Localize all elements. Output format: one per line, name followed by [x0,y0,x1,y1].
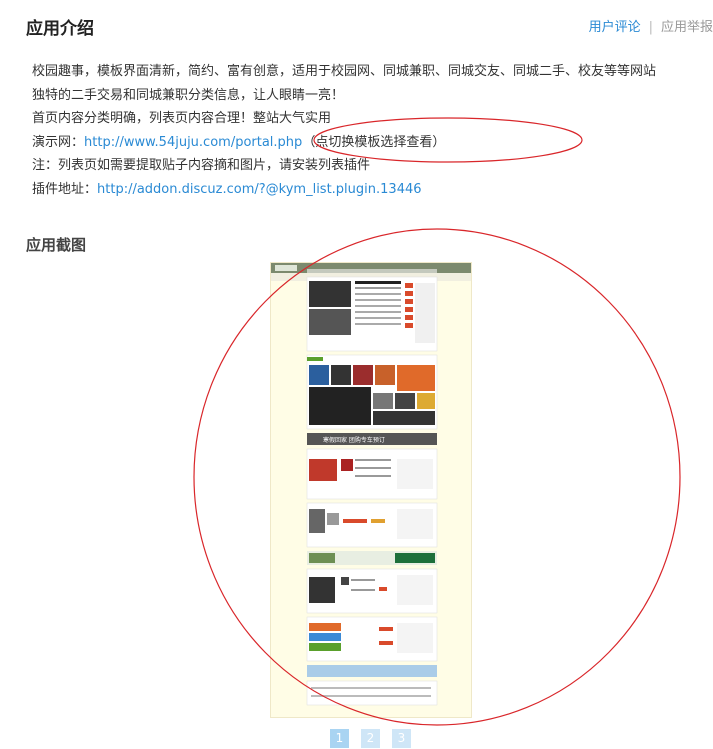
plugin-link[interactable]: http://addon.discuz.com/?@kym_list.plugi… [97,182,422,197]
app-intro-header: 应用介绍 用户评论 | 应用举报 [0,0,713,52]
tab-app-report[interactable]: 应用举报 [661,20,713,35]
page-button-1[interactable]: 1 [330,729,349,748]
note-line: 注：列表页如需要提取贴子内容摘和图片，请安装列表插件 [32,158,371,173]
page-button-3[interactable]: 3 [392,729,411,748]
section-title-intro: 应用介绍 [26,19,94,39]
tab-separator: | [648,20,653,35]
intro-text: 校园趣事，模板界面清新，简约、富有创意，适用于校园网、同城兼职、同城交友、同城二… [32,60,702,201]
plugin-line: 插件地址：http://addon.discuz.com/?@kym_list.… [32,178,702,202]
screenshot-pager: 123 [330,727,423,748]
demo-link[interactable]: http://www.54juju.com/portal.php [84,135,302,150]
screenshot-banner-text: 寒假回家 团购专车预订 [323,436,385,444]
screenshot-thumbnail: 寒假回家 团购专车预订 [271,263,471,717]
section-title-screenshots: 应用截图 [26,236,87,254]
intro-line-2: 独特的二手交易和同城兼职分类信息，让人眼睛一亮！ [32,87,345,103]
intro-line-1: 校园趣事，模板界面清新，简约、富有创意，适用于校园网、同城兼职、同城交友、同城二… [32,64,657,79]
demo-line: 演示网：http://www.54juju.com/portal.php（点切换… [32,131,702,155]
tab-user-reviews[interactable]: 用户评论 [589,20,641,35]
plugin-prefix: 插件地址： [32,181,98,197]
header-tabs: 用户评论 | 应用举报 [589,16,713,35]
demo-prefix: 演示网： [32,134,85,150]
demo-note: （点切换模板选择查看） [302,134,446,150]
intro-line-3: 首页内容分类明确，列表页内容合理！整站大气实用 [32,111,332,126]
page-button-2[interactable]: 2 [361,729,380,748]
screenshot-image[interactable]: 寒假回家 团购专车预订 [270,262,472,718]
